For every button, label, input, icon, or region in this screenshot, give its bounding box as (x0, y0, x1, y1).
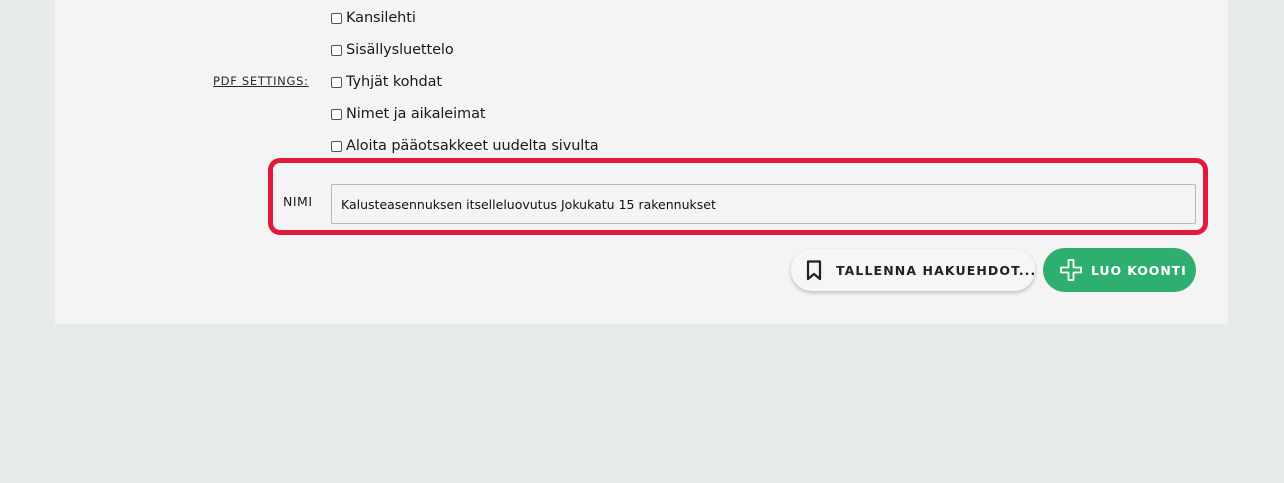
checkbox-nimet-ja-aikaleimat[interactable]: Nimet ja aikaleimat (331, 104, 486, 124)
checkbox-box[interactable] (331, 76, 342, 88)
checkbox-label[interactable]: Sisällysluettelo (346, 42, 454, 58)
plus-icon (1059, 258, 1083, 282)
bookmark-icon (806, 259, 822, 281)
checkbox-label[interactable]: Nimet ja aikaleimat (346, 106, 486, 122)
checkbox-tyhjat-kohdat[interactable]: Tyhjät kohdat (331, 72, 442, 92)
checkbox-sisallysluettelo[interactable]: Sisällysluettelo (331, 40, 454, 60)
checkbox-box[interactable] (331, 140, 342, 152)
checkbox-box[interactable] (331, 12, 342, 24)
name-field-label: NIMI (283, 194, 313, 209)
create-compilation-button[interactable]: LUO KOONTI (1043, 248, 1196, 292)
checkbox-box[interactable] (331, 44, 342, 56)
checkbox-label[interactable]: Aloita pääotsakkeet uudelta sivulta (346, 138, 599, 154)
pdf-settings-label: PDF SETTINGS: (213, 74, 309, 88)
checkbox-label[interactable]: Tyhjät kohdat (346, 74, 442, 90)
checkbox-box[interactable] (331, 108, 342, 120)
checkbox-label[interactable]: Kansilehti (346, 10, 416, 26)
save-search-button[interactable]: TALLENNA HAKUEHDOT... (791, 249, 1035, 291)
checkbox-aloita-paaotsakkeet[interactable]: Aloita pääotsakkeet uudelta sivulta (331, 136, 599, 156)
create-compilation-label: LUO KOONTI (1091, 262, 1187, 278)
name-input[interactable] (331, 184, 1196, 224)
checkbox-kansilehti[interactable]: Kansilehti (331, 8, 416, 28)
save-search-label: TALLENNA HAKUEHDOT... (836, 262, 1037, 278)
